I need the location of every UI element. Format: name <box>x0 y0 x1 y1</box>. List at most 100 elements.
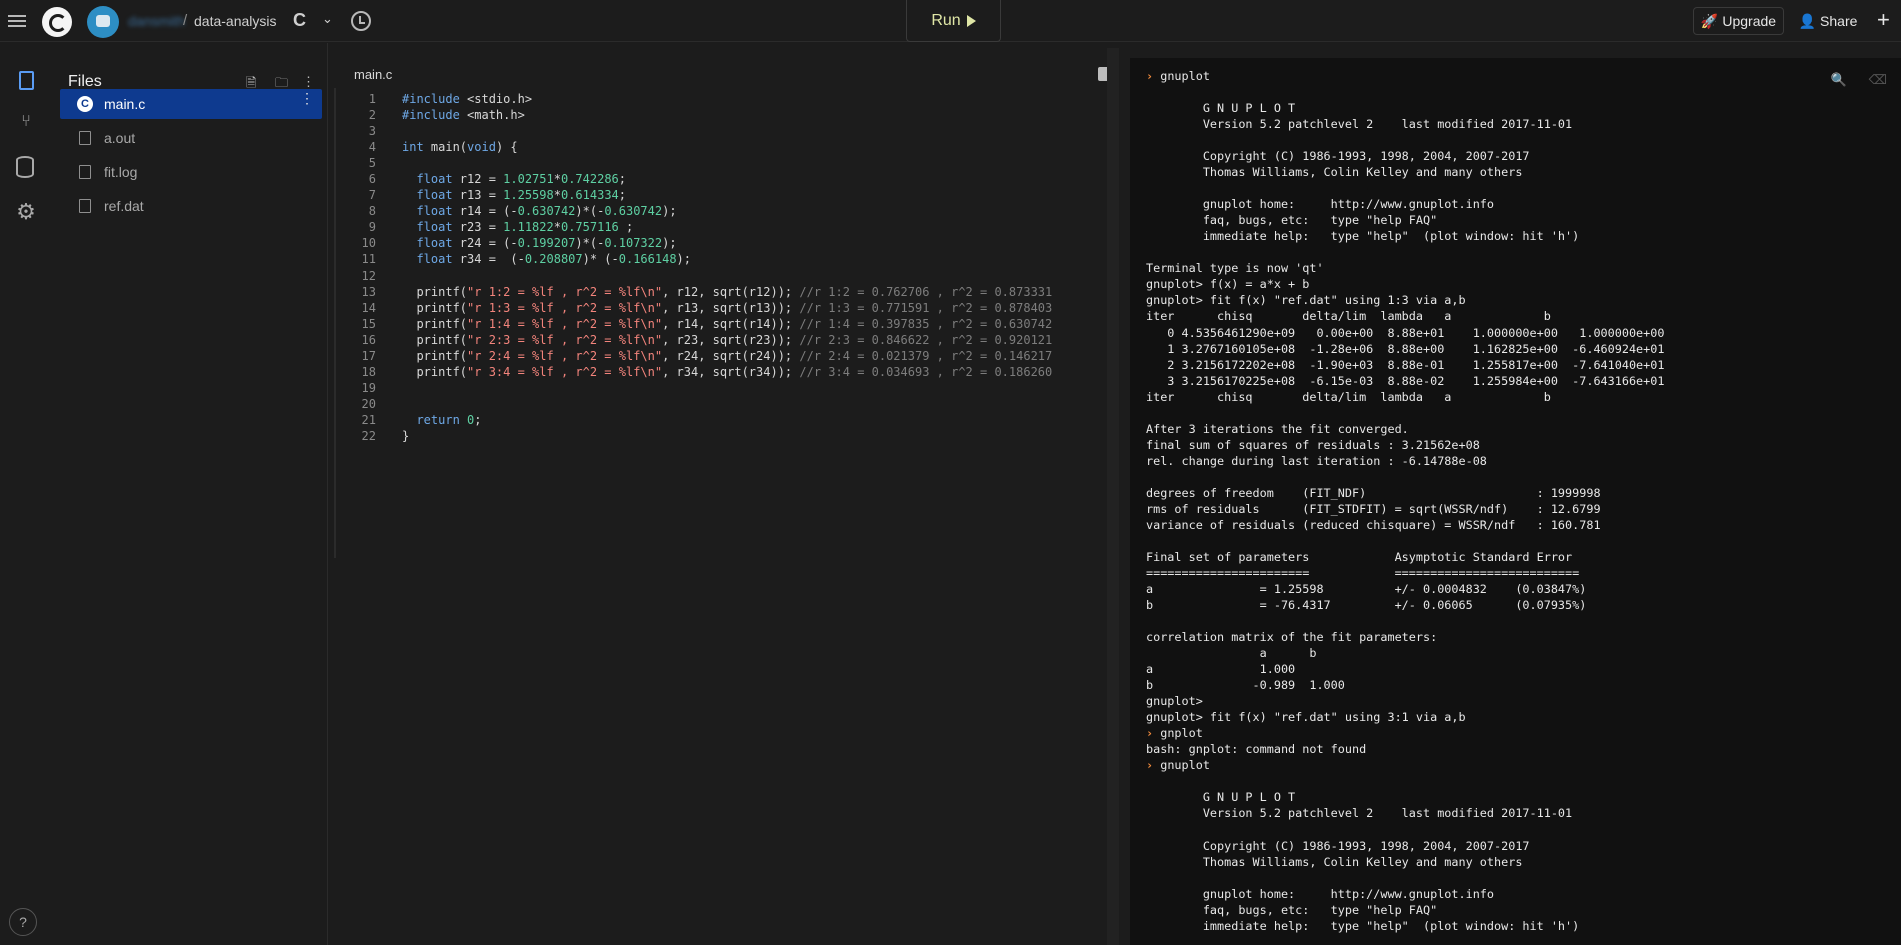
console-line: Version 5.2 patchlevel 2 last modified 2… <box>1146 805 1664 821</box>
files-icon[interactable] <box>19 71 34 90</box>
line-number: 5 <box>368 156 376 171</box>
console-line: gnuplot> <box>1146 693 1664 709</box>
code-area[interactable]: 1 #include <stdio.h> 2 #include <math.h> 3… <box>334 91 1094 444</box>
console-line: a b <box>1146 645 1664 661</box>
console-text: a b <box>1146 646 1317 661</box>
code-line-16: printf("r 2:3 = %lf , r^2 = %lf\n", r23,… <box>402 332 1053 347</box>
console-text: Terminal type is now 'qt' <box>1146 261 1324 276</box>
editor-scrollbar[interactable] <box>1107 48 1119 945</box>
file-kebab-icon[interactable]: ⋮ <box>300 91 314 105</box>
console-text: Version 5.2 patchlevel 2 last modified 2… <box>1146 117 1573 132</box>
chevron-down-icon[interactable]: ⌄ <box>322 11 333 27</box>
console-text: faq, bugs, etc: type "help FAQ" <box>1146 902 1438 917</box>
console-text: faq, bugs, etc: type "help FAQ" <box>1146 213 1438 228</box>
console-line <box>1146 613 1664 629</box>
top-bar: dansmith / data-analysis C ⌄ Run 🚀 Upgra… <box>0 0 1901 42</box>
console-text: correlation matrix of the fit parameters… <box>1146 630 1438 645</box>
console-line: rel. change during last iteration : -6.1… <box>1146 453 1664 469</box>
console-toolbar: 🔍 ⌫ <box>1813 72 1887 88</box>
line-number: 1 <box>368 92 376 106</box>
console-line: 3 3.2156170225e+08 -6.15e-03 8.88e-02 1.… <box>1146 373 1664 389</box>
console-text: Copyright (C) 1986-1993, 1998, 2004, 200… <box>1146 838 1530 853</box>
run-button[interactable]: Run <box>906 0 1001 42</box>
console-line: degrees of freedom (FIT_NDF) : 1999998 <box>1146 485 1664 501</box>
file-name: main.c <box>104 96 146 112</box>
history-icon[interactable] <box>351 11 371 31</box>
console-line: Thomas Williams, Colin Kelley and many o… <box>1146 854 1664 870</box>
code-line-10: float r24 = (-0.199207)*(-0.107322); <box>416 236 677 251</box>
console-text: gnuplot> f(x) = a*x + b <box>1146 277 1310 292</box>
console-text: bash: gnplot: command not found <box>1146 742 1367 757</box>
console-text: 3 3.2156170225e+08 -6.15e-03 8.88e-02 1.… <box>1146 373 1665 388</box>
console-line: Copyright (C) 1986-1993, 1998, 2004, 200… <box>1146 838 1664 854</box>
console-text: degrees of freedom (FIT_NDF) : 1999998 <box>1146 485 1601 500</box>
upgrade-button[interactable]: 🚀 Upgrade <box>1693 7 1784 35</box>
console-line <box>1146 469 1664 485</box>
share-button[interactable]: 👤 Share <box>1795 7 1861 35</box>
new-tab-button[interactable]: + <box>1877 7 1890 33</box>
console-text: gnuplot> fit f(x) "ref.dat" using 1:3 vi… <box>1146 293 1466 308</box>
code-line-9: float r23 = 1.11822*0.757116 ; <box>416 220 634 235</box>
gear-icon[interactable]: ⚙ <box>15 199 37 224</box>
code-line-14: printf("r 1:3 = %lf , r^2 = %lf\n", r13,… <box>402 300 1053 315</box>
shell-prompt-icon: › <box>1146 69 1161 83</box>
editor-tab-main-c[interactable]: main.c <box>354 67 392 82</box>
add-user-icon: 👤 <box>1798 12 1817 29</box>
line-number: 13 <box>361 284 376 299</box>
console-text: b = -76.4317 +/- 0.06065 (0.07935%) <box>1146 598 1587 613</box>
code-line-1: #include <stdio.h> <box>402 92 533 106</box>
console-line <box>1146 533 1664 549</box>
file-icon <box>79 131 91 145</box>
console-line: 2 3.2156172202e+08 -1.90e+03 8.88e-01 1.… <box>1146 357 1664 373</box>
search-icon[interactable]: 🔍 <box>1831 72 1847 87</box>
console-line: G N U P L O T <box>1146 100 1664 116</box>
git-graph-icon[interactable]: ⑂ <box>15 113 37 135</box>
file-icon <box>79 165 91 179</box>
console-line <box>1146 84 1664 100</box>
user-avatar[interactable] <box>87 6 119 38</box>
clear-console-icon[interactable]: ⌫ <box>1869 72 1887 87</box>
app-logo[interactable] <box>42 7 72 37</box>
console-line: 0 4.5356461290e+09 0.00e+00 8.88e+01 1.0… <box>1146 325 1664 341</box>
console-line: b = -76.4317 +/- 0.06065 (0.07935%) <box>1146 597 1664 613</box>
console-line <box>1146 180 1664 196</box>
console-text: gnuplot> <box>1146 694 1203 709</box>
console-text: Final set of parameters Asymptotic Stand… <box>1146 549 1573 564</box>
database-icon[interactable] <box>16 156 34 178</box>
code-editor[interactable]: main.c 1 #include <stdio.h> 2 #include <ma… <box>334 43 1130 945</box>
console-line: G N U P L O T <box>1146 789 1664 805</box>
console-text: Thomas Williams, Colin Kelley and many o… <box>1146 165 1523 180</box>
console-line: b -0.989 1.000 <box>1146 677 1664 693</box>
file-item-a-out[interactable]: a.out <box>60 123 322 153</box>
line-number: 8 <box>368 204 376 219</box>
console-line: › gnuplot <box>1146 757 1664 773</box>
shell-prompt-icon: › <box>1146 758 1161 773</box>
hamburger-menu-icon[interactable] <box>8 12 28 30</box>
console-text: rel. change during last iteration : -6.1… <box>1146 453 1487 468</box>
file-item-main-c[interactable]: C main.c ⋮ <box>60 89 322 119</box>
username[interactable]: dansmith <box>128 13 185 29</box>
shell-prompt-icon: › <box>1146 726 1161 741</box>
line-number: 12 <box>361 268 376 283</box>
more-options-icon[interactable]: ⋮ <box>302 74 315 90</box>
line-number: 2 <box>368 108 376 123</box>
console-output: › gnuplot G N U P L O T Version 5.2 patc… <box>1146 68 1664 934</box>
console-panel[interactable]: 🔍 ⌫ › gnuplot G N U P L O T Version 5.2 … <box>1130 58 1901 945</box>
project-name[interactable]: data-analysis <box>194 13 277 29</box>
language-c-icon[interactable]: C <box>293 10 306 31</box>
files-panel: Files 🗎 🗀 ⋮ C main.c ⋮ a.out fit.log ref… <box>50 43 328 945</box>
console-line: correlation matrix of the fit parameters… <box>1146 629 1664 645</box>
code-line-8: float r14 = (-0.630742)*(-0.630742); <box>416 204 677 219</box>
file-item-fit-log[interactable]: fit.log <box>60 157 322 187</box>
code-line-6: float r12 = 1.02751*0.742286; <box>416 172 626 187</box>
help-button[interactable]: ? <box>9 908 37 936</box>
console-text: iter chisq delta/lim lambda a b <box>1146 309 1551 324</box>
file-item-ref-dat[interactable]: ref.dat <box>60 191 322 221</box>
console-line: faq, bugs, etc: type "help FAQ" <box>1146 902 1664 918</box>
console-text: iter chisq delta/lim lambda a b <box>1146 389 1551 404</box>
console-text: final sum of squares of residuals : 3.21… <box>1146 437 1480 452</box>
